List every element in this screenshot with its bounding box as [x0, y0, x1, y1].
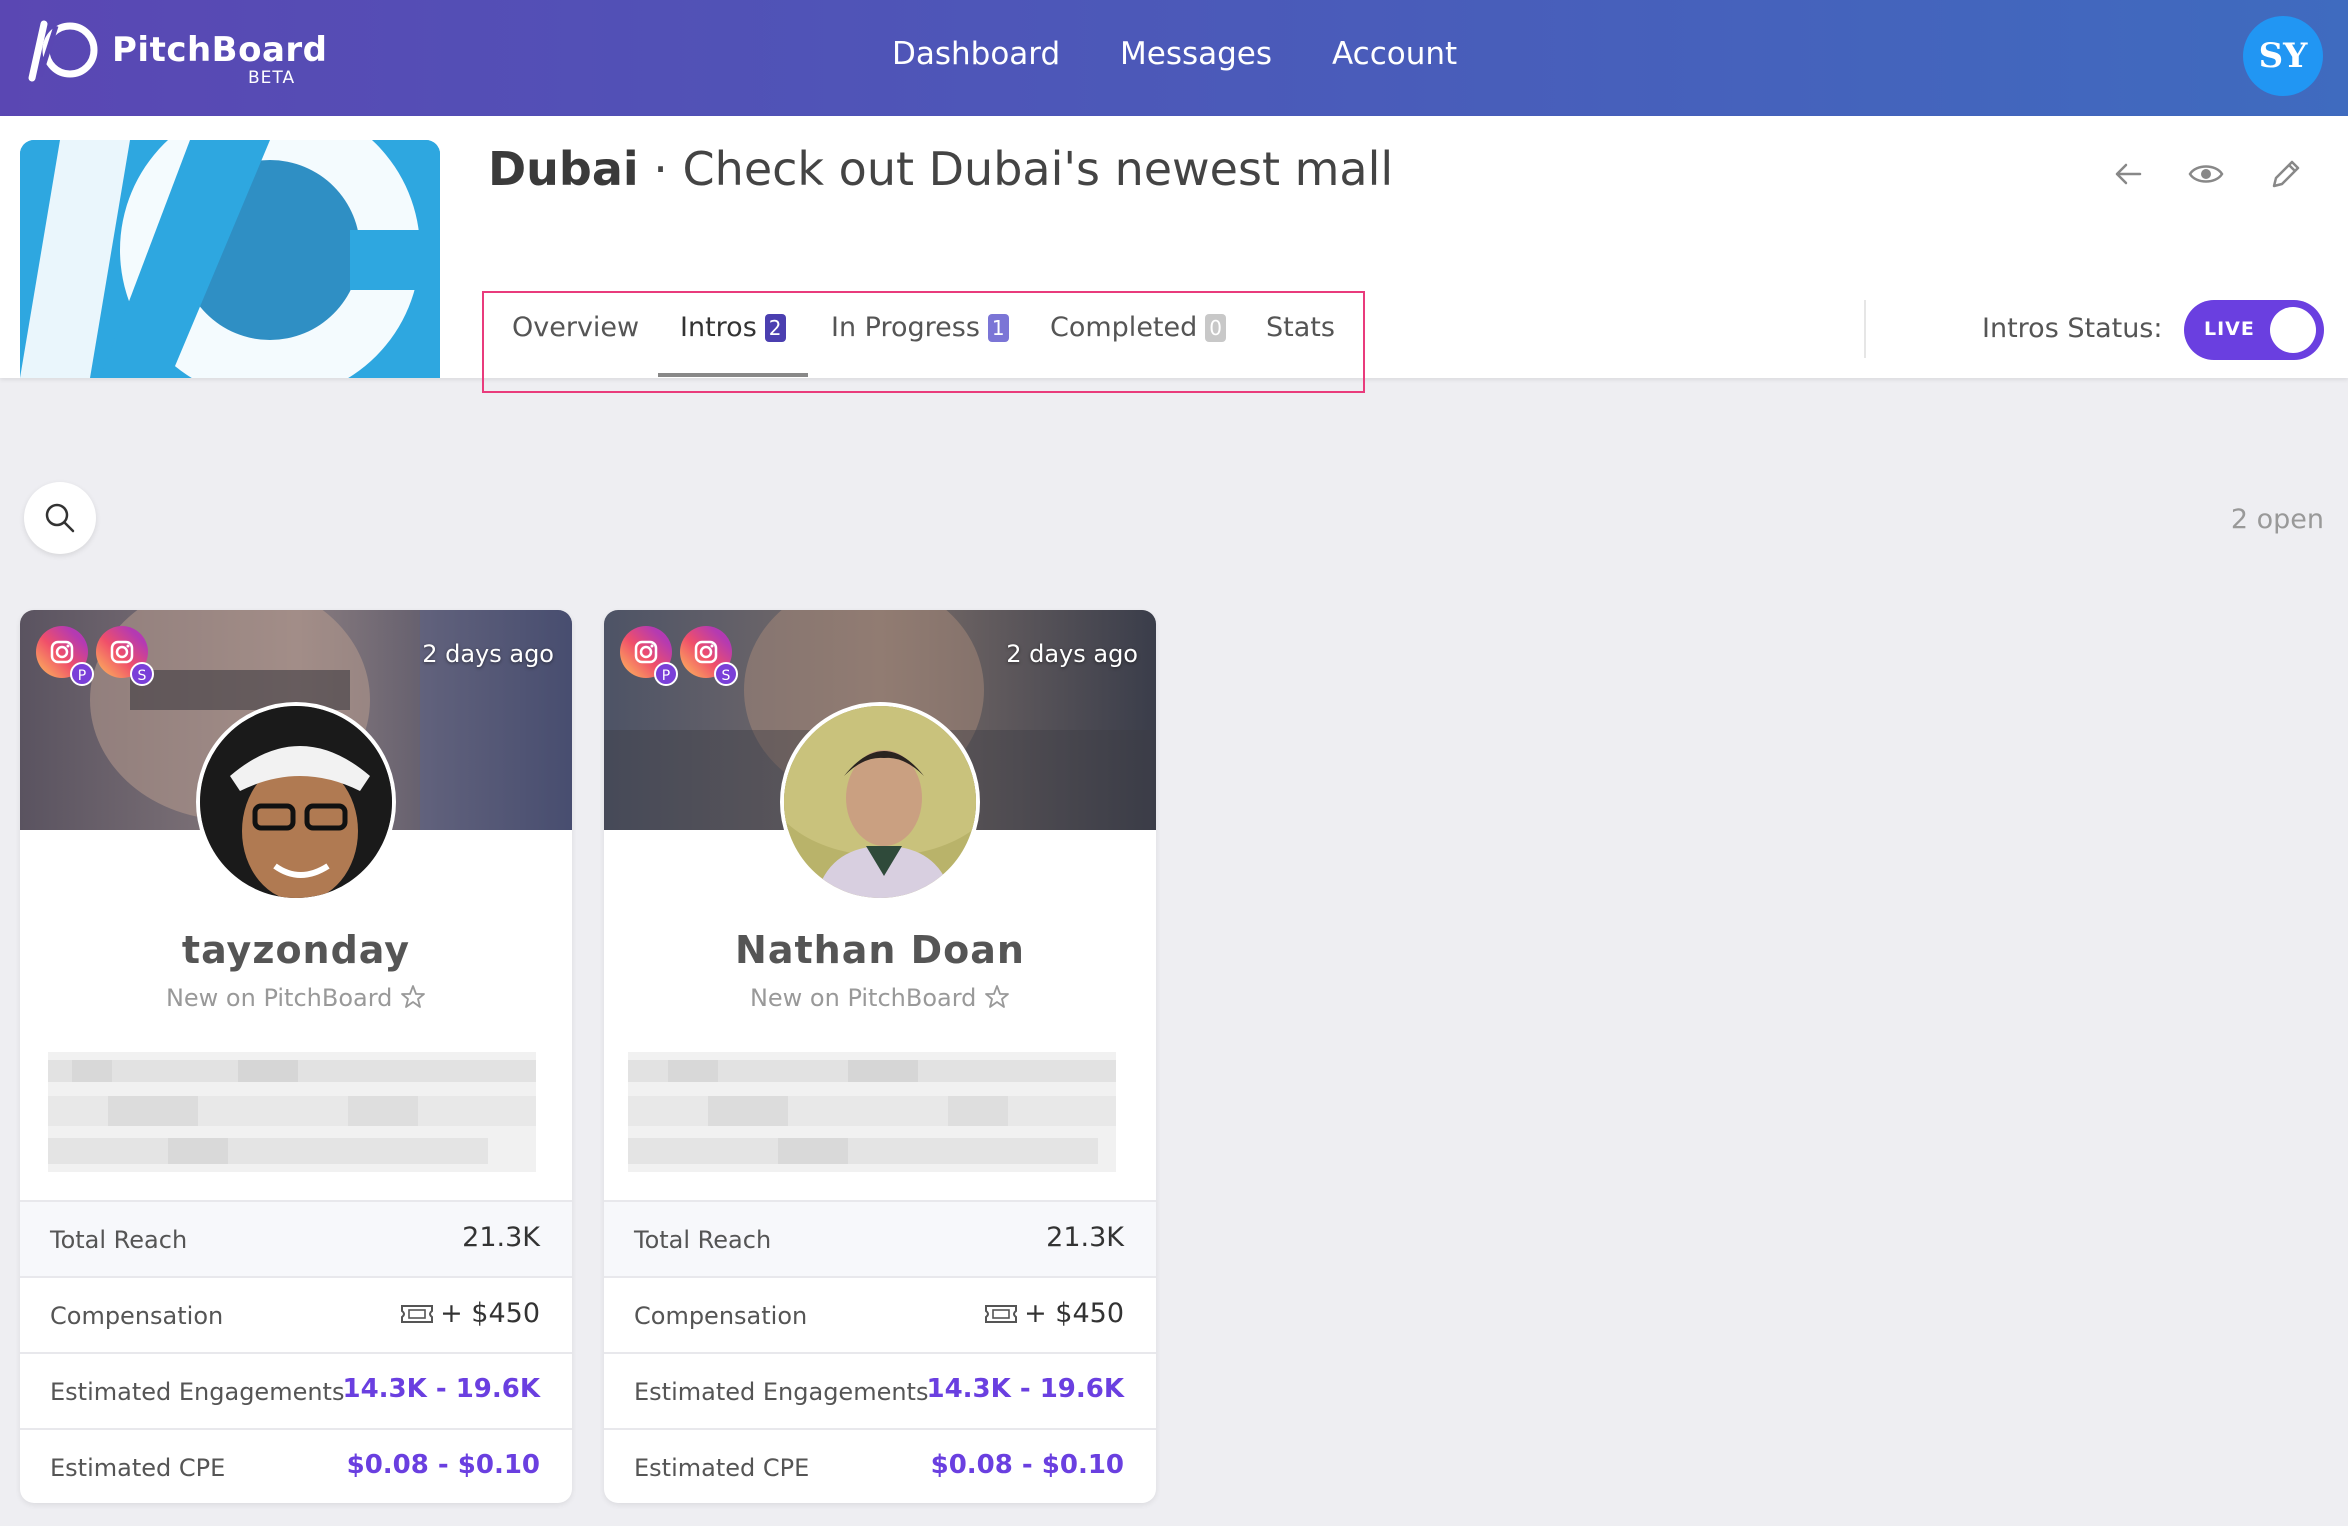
nav-account[interactable]: Account [1332, 36, 1457, 72]
stat-label: Estimated Engagements [50, 1378, 345, 1406]
stat-total-reach: Total Reach 21.3K [20, 1200, 572, 1276]
stat-label: Total Reach [50, 1226, 188, 1254]
ticket-icon [401, 1304, 434, 1323]
tab-count-badge: 2 [764, 313, 786, 342]
stat-total-reach: Total Reach 21.3K [604, 1200, 1156, 1276]
campaign-location: Dubai [488, 142, 639, 196]
profile-photo[interactable] [196, 702, 396, 902]
divider [1864, 300, 1866, 358]
star-icon[interactable] [400, 984, 426, 1010]
tab-count-badge: 1 [987, 313, 1009, 342]
campaign-thumbnail [20, 140, 440, 378]
stat-value: + $450 [400, 1298, 540, 1329]
stat-label: Estimated CPE [50, 1454, 226, 1482]
compensation-amount: + $450 [1024, 1298, 1124, 1329]
blurred-bio [48, 1052, 536, 1172]
intro-card[interactable]: P S 2 days ago tayzonday New on PitchBoa… [20, 610, 572, 1503]
platform-badge: S [714, 662, 738, 686]
tab-completed[interactable]: Completed 0 [1050, 312, 1226, 343]
influencer-subtitle: New on PitchBoard [20, 984, 572, 1012]
stat-value: 21.3K [1046, 1222, 1124, 1253]
stat-value: $0.08 - $0.10 [930, 1450, 1124, 1480]
stat-value: $0.08 - $0.10 [346, 1450, 540, 1480]
intro-card[interactable]: P S 2 days ago Nathan Doan New on PitchB… [604, 610, 1156, 1503]
influencer-name[interactable]: Nathan Doan [604, 928, 1156, 972]
profile-photo[interactable] [780, 702, 980, 902]
tab-count-badge: 0 [1205, 313, 1226, 342]
brand-name[interactable]: PitchBoard [112, 30, 328, 70]
influencer-subtitle: New on PitchBoard [604, 984, 1156, 1012]
instagram-icon: P [36, 626, 94, 686]
stat-cpe: Estimated CPE $0.08 - $0.10 [604, 1428, 1156, 1503]
ticket-icon [985, 1304, 1018, 1323]
user-avatar[interactable]: SY [2243, 16, 2323, 96]
tab-overview[interactable]: Overview [512, 312, 639, 343]
star-icon[interactable] [984, 984, 1010, 1010]
time-ago: 2 days ago [1006, 640, 1138, 668]
intros-status-label: Intros Status: [1982, 313, 2163, 344]
stat-engagements: Estimated Engagements 14.3K - 19.6K [20, 1352, 572, 1428]
stat-compensation: Compensation + $450 [20, 1276, 572, 1352]
platform-badge: P [70, 662, 94, 686]
subtitle-text: New on PitchBoard [749, 984, 977, 1012]
instagram-icon: S [96, 626, 154, 686]
eye-icon[interactable] [2186, 154, 2226, 194]
influencer-name[interactable]: tayzonday [20, 928, 572, 972]
beta-label: BETA [248, 68, 296, 88]
compensation-amount: + $450 [440, 1298, 540, 1329]
time-ago: 2 days ago [422, 640, 554, 668]
top-navigation-bar: PitchBoard BETA Dashboard Messages Accou… [0, 0, 2348, 116]
intros-status-toggle[interactable]: LIVE [2184, 300, 2324, 360]
campaign-title: Dubai · Check out Dubai's newest mall [488, 142, 1393, 196]
tab-intros[interactable]: Intros 2 [680, 312, 786, 343]
stat-label: Compensation [634, 1302, 808, 1330]
stat-label: Compensation [50, 1302, 224, 1330]
stat-cpe: Estimated CPE $0.08 - $0.10 [20, 1428, 572, 1503]
back-arrow-icon[interactable] [2108, 154, 2148, 194]
stat-value: 14.3K - 19.6K [342, 1374, 541, 1404]
blurred-bio [628, 1052, 1116, 1172]
tab-stats[interactable]: Stats [1266, 312, 1335, 343]
tab-label: In Progress [831, 312, 980, 343]
stat-label: Total Reach [634, 1226, 772, 1254]
nav-messages[interactable]: Messages [1120, 36, 1272, 72]
pencil-icon[interactable] [2266, 154, 2306, 194]
tab-label: Stats [1266, 312, 1335, 343]
tab-label: Overview [512, 312, 640, 343]
stat-value: 21.3K [462, 1222, 540, 1253]
campaign-name: Check out Dubai's newest mall [682, 142, 1394, 196]
open-count: 2 open [2230, 504, 2324, 535]
tab-label: Completed [1050, 312, 1198, 343]
instagram-icon: P [620, 626, 678, 686]
instagram-icon: S [680, 626, 738, 686]
active-tab-indicator [658, 373, 808, 377]
search-button[interactable] [24, 482, 96, 554]
stat-label: Estimated CPE [634, 1454, 810, 1482]
title-separator: · [638, 142, 683, 196]
platform-badge: S [130, 662, 154, 686]
subtitle-text: New on PitchBoard [165, 984, 393, 1012]
toggle-knob [2270, 307, 2316, 353]
stat-label: Estimated Engagements [634, 1378, 929, 1406]
tab-label: Intros [680, 312, 757, 343]
stat-engagements: Estimated Engagements 14.3K - 19.6K [604, 1352, 1156, 1428]
stat-compensation: Compensation + $450 [604, 1276, 1156, 1352]
toggle-live-label: LIVE [2204, 318, 2255, 340]
tab-in-progress[interactable]: In Progress 1 [831, 312, 1009, 343]
logo-icon[interactable] [26, 16, 102, 86]
platform-badge: P [654, 662, 678, 686]
stat-value: + $450 [984, 1298, 1124, 1329]
nav-dashboard[interactable]: Dashboard [892, 36, 1060, 72]
stat-value: 14.3K - 19.6K [926, 1374, 1125, 1404]
search-icon [45, 503, 75, 533]
